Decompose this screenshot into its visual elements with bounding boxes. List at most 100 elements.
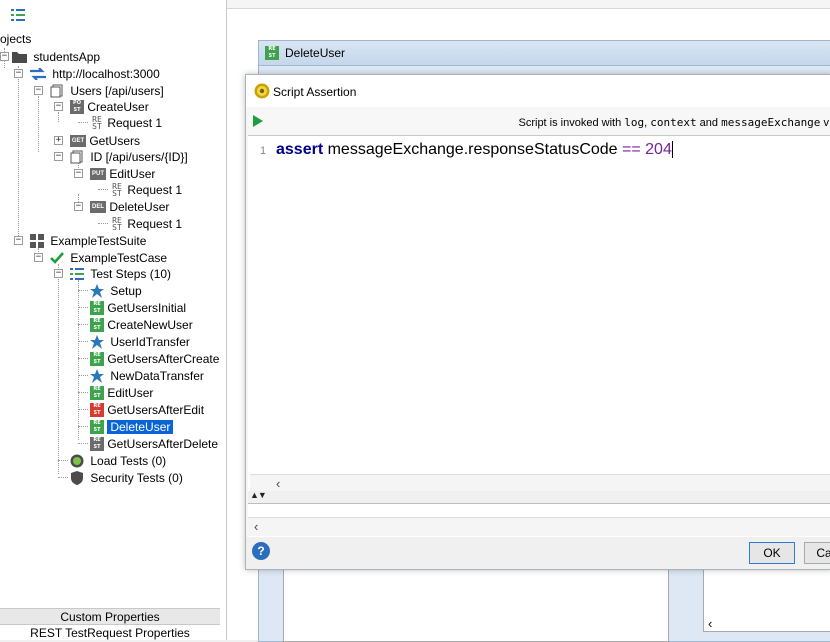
tree-load-tests[interactable]: Load Tests (0) bbox=[70, 452, 166, 468]
dialog-toolbar: Script is invoked with log, context and … bbox=[246, 109, 830, 133]
tree-method-deleteuser[interactable]: DEL DeleteUser bbox=[90, 198, 169, 214]
tree-test-case[interactable]: ExampleTestCase bbox=[50, 249, 167, 265]
step-createnewuser[interactable]: RE ST CreateNewUser bbox=[90, 316, 193, 332]
rest-request-icon: RE ST bbox=[112, 181, 122, 198]
service-arrows-icon bbox=[30, 67, 46, 80]
rest-step-icon: RE ST bbox=[90, 419, 104, 434]
tree-request-1[interactable]: RE ST Request 1 bbox=[110, 181, 182, 197]
deleteuser-title: DeleteUser bbox=[285, 46, 346, 60]
tree-resource-id[interactable]: ID [/api/users/{ID}] bbox=[70, 148, 188, 164]
tree-method-getusers[interactable]: GET GetUsers bbox=[70, 132, 140, 148]
custom-properties-tab[interactable]: Custom Properties bbox=[0, 608, 220, 625]
scroll-left-arrow[interactable]: ‹ bbox=[708, 616, 712, 631]
tree-view-icon[interactable] bbox=[11, 9, 25, 21]
assertion-panel: ‹ bbox=[703, 568, 830, 632]
collapse-toggle[interactable]: − bbox=[34, 253, 43, 262]
tree-service-localhost[interactable]: http://localhost:3000 bbox=[30, 65, 160, 81]
shield-icon bbox=[71, 470, 83, 485]
post-method-icon: PO ST bbox=[70, 99, 84, 114]
scroll-left-arrow[interactable]: ‹ bbox=[276, 476, 280, 491]
step-getusersafterdelete[interactable]: RE ST GetUsersAfterDelete bbox=[90, 435, 218, 451]
collapse-toggle[interactable]: − bbox=[74, 202, 83, 211]
step-getusersinitial[interactable]: RE ST GetUsersInitial bbox=[90, 299, 186, 315]
run-script-icon[interactable] bbox=[253, 115, 263, 127]
test-suite-icon bbox=[30, 233, 44, 248]
rest-step-icon: RE ST bbox=[90, 436, 104, 451]
dialog-button-bar: ? OK Ca bbox=[246, 537, 830, 569]
rest-step-icon: RE ST bbox=[90, 385, 104, 400]
step-useridtransfer[interactable]: UserIdTransfer bbox=[90, 333, 190, 349]
rest-step-icon: RE ST bbox=[90, 351, 104, 366]
code-keyword: assert bbox=[276, 141, 324, 158]
code-literal: 204 bbox=[640, 141, 672, 158]
folder-icon bbox=[12, 51, 27, 63]
tree-request-1[interactable]: RE ST Request 1 bbox=[90, 114, 162, 130]
code-operator: == bbox=[622, 141, 641, 158]
rest-step-icon: RE ST bbox=[265, 46, 279, 60]
step-getusersafteredit[interactable]: RE ST GetUsersAfterEdit bbox=[90, 401, 204, 417]
delete-method-icon: DEL bbox=[90, 200, 106, 213]
resource-icon bbox=[50, 84, 63, 98]
cancel-button[interactable]: Ca bbox=[804, 542, 830, 564]
script-assertion-dialog: Script Assertion Script is invoked with … bbox=[245, 74, 830, 570]
tree-method-createuser[interactable]: PO ST CreateUser bbox=[70, 98, 149, 114]
tree-request-1[interactable]: RE ST Request 1 bbox=[110, 215, 182, 231]
expand-toggle[interactable]: + bbox=[54, 136, 63, 145]
assertion-icon bbox=[254, 83, 270, 99]
script-editor[interactable]: 1 assert messageExchange.responseStatusC… bbox=[248, 135, 830, 493]
step-getusersaftercreate[interactable]: RE ST GetUsersAfterCreate bbox=[90, 350, 219, 366]
rest-request-properties-tab[interactable]: REST TestRequest Properties bbox=[0, 624, 220, 640]
line-gutter: 1 bbox=[248, 136, 270, 492]
collapse-toggle[interactable]: − bbox=[14, 69, 23, 78]
get-method-icon: GET bbox=[70, 134, 86, 147]
code-line[interactable]: assert messageExchange.responseStatusCod… bbox=[276, 141, 673, 159]
dialog-title: Script Assertion bbox=[273, 85, 357, 99]
deleteuser-titlebar[interactable]: RE ST DeleteUser bbox=[259, 41, 830, 66]
code-expression: messageExchange.responseStatusCode bbox=[323, 141, 623, 158]
collapse-toggle[interactable]: − bbox=[0, 52, 9, 61]
step-setup[interactable]: Setup bbox=[90, 282, 142, 298]
navigator-toolbar bbox=[0, 0, 226, 28]
scroll-left-arrow[interactable]: ‹ bbox=[254, 519, 258, 534]
rest-step-icon: RE ST bbox=[90, 300, 104, 315]
collapse-toggle[interactable]: − bbox=[74, 169, 83, 178]
rest-step-failed-icon: RE ST bbox=[90, 402, 104, 417]
tree-test-suite[interactable]: ExampleTestSuite bbox=[30, 232, 146, 248]
collapse-toggle[interactable]: − bbox=[54, 102, 63, 111]
rest-request-icon: RE ST bbox=[112, 215, 122, 232]
groovy-star-icon bbox=[90, 283, 104, 298]
collapse-toggle[interactable]: − bbox=[54, 269, 63, 278]
collapse-toggle[interactable]: − bbox=[54, 152, 63, 161]
response-panel bbox=[283, 568, 669, 642]
line-number: 1 bbox=[260, 145, 267, 157]
log-horizontal-scrollbar[interactable]: ‹ bbox=[248, 517, 830, 536]
text-caret bbox=[671, 141, 673, 158]
step-deleteuser-selected[interactable]: RE ST DeleteUser bbox=[90, 418, 174, 434]
step-newdatatransfer[interactable]: NewDataTransfer bbox=[90, 367, 204, 383]
rest-request-icon: RE ST bbox=[92, 114, 102, 131]
editor-splitter[interactable]: ▲▼ bbox=[248, 490, 830, 503]
dialog-titlebar[interactable]: Script Assertion bbox=[246, 75, 830, 107]
transfer-star-icon bbox=[90, 368, 104, 383]
tree-project-studentsapp[interactable]: studentsApp bbox=[12, 48, 100, 64]
tree-method-edituser[interactable]: PUT EditUser bbox=[90, 165, 155, 181]
list-icon bbox=[70, 267, 84, 280]
put-method-icon: PUT bbox=[90, 167, 106, 180]
checkmark-icon bbox=[50, 251, 64, 264]
help-icon[interactable]: ? bbox=[252, 542, 270, 560]
collapse-toggle[interactable]: − bbox=[14, 236, 23, 245]
splitter-arrows-icon[interactable]: ▲▼ bbox=[250, 490, 267, 500]
resource-icon bbox=[70, 150, 83, 164]
tree-test-steps[interactable]: Test Steps (10) bbox=[70, 265, 171, 281]
transfer-star-icon bbox=[90, 334, 104, 349]
tree-root[interactable]: ojects bbox=[0, 30, 31, 46]
script-hint: Script is invoked with log, context and … bbox=[518, 116, 830, 129]
rest-step-icon: RE ST bbox=[90, 317, 104, 332]
ok-button[interactable]: OK bbox=[749, 542, 795, 564]
navigator-panel: ojects − studentsApp − http://localhost:… bbox=[0, 0, 227, 640]
workspace-toolbar bbox=[227, 0, 830, 9]
collapse-toggle[interactable]: − bbox=[34, 86, 43, 95]
tree-resource-users[interactable]: Users [/api/users] bbox=[50, 82, 164, 98]
tree-security-tests[interactable]: Security Tests (0) bbox=[70, 469, 183, 485]
step-edituser[interactable]: RE ST EditUser bbox=[90, 384, 153, 400]
